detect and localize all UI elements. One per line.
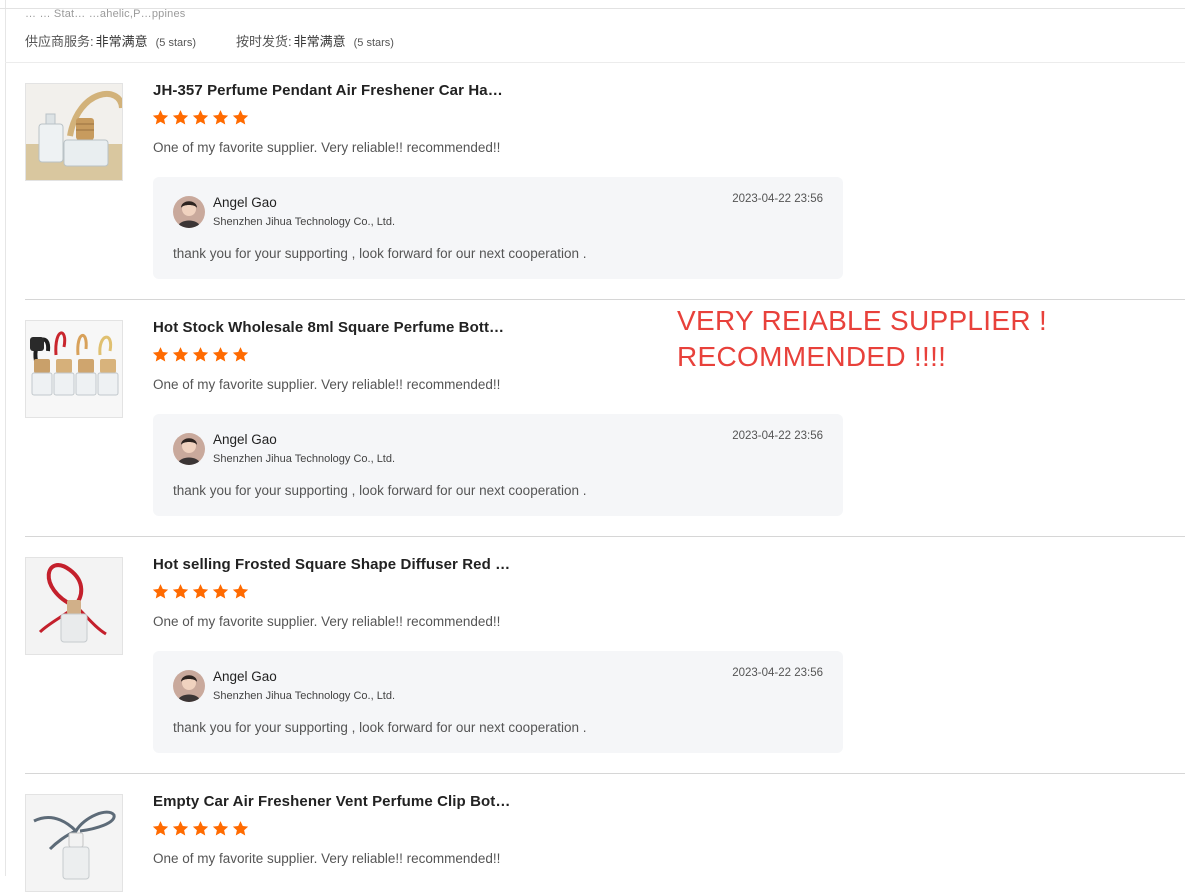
star-icon (232, 821, 249, 836)
star-icon (192, 347, 209, 362)
frosted-bottle-red-string-icon (26, 558, 122, 654)
product-thumbnail[interactable] (25, 794, 123, 892)
rating-stars-text: (5 stars) (353, 37, 394, 49)
star-icon (172, 821, 189, 836)
reply-text: thank you for your supporting , look for… (173, 720, 587, 735)
on-time-delivery-rating: 按时发货: 非常满意 (5 stars) (236, 31, 394, 50)
reply-text: thank you for your supporting , look for… (173, 246, 587, 261)
reply-timestamp: 2023-04-22 23:56 (732, 193, 823, 205)
star-icon (232, 110, 249, 125)
supplier-ratings-summary: 供应商服务: 非常满意 (5 stars) 按时发货: 非常满意 (5 star… (25, 31, 394, 50)
star-icon (232, 584, 249, 599)
user-avatar-icon (173, 196, 205, 228)
star-rating (152, 583, 249, 600)
review-item: Hot selling Frosted Square Shape Diffuse… (0, 537, 1185, 774)
product-title-link[interactable]: JH-357 Perfume Pendant Air Freshener Car… (153, 82, 503, 99)
star-icon (152, 347, 169, 362)
star-icon (212, 584, 229, 599)
rating-stars-text: (5 stars) (155, 37, 196, 49)
product-thumbnail[interactable] (25, 320, 123, 418)
review-text: One of my favorite supplier. Very reliab… (153, 140, 501, 155)
reply-company-name: Shenzhen Jihua Technology Co., Ltd. (213, 216, 396, 228)
rating-value: 非常满意 (293, 34, 346, 49)
review-item: Empty Car Air Freshener Vent Perfume Cli… (0, 774, 1185, 892)
review-text: One of my favorite supplier. Very reliab… (153, 377, 501, 392)
recommendation-annotation: VERY REIABLE SUPPLIER ! RECOMMENDED !!!! (677, 303, 1047, 375)
review-item: JH-357 Perfume Pendant Air Freshener Car… (0, 63, 1185, 300)
star-icon (172, 110, 189, 125)
avatar (173, 433, 205, 465)
perfume-bottle-wooden-cap-icon (26, 84, 122, 180)
star-icon (192, 584, 209, 599)
rating-label: 按时发货: (235, 34, 292, 49)
star-icon (212, 347, 229, 362)
avatar (173, 670, 205, 702)
reply-company-name: Shenzhen Jihua Technology Co., Ltd. (213, 453, 396, 465)
star-icon (152, 584, 169, 599)
annotation-line-2: RECOMMENDED !!!! (677, 341, 947, 372)
product-title-link[interactable]: Empty Car Air Freshener Vent Perfume Cli… (153, 793, 510, 810)
star-icon (212, 110, 229, 125)
product-thumbnail[interactable] (25, 83, 123, 181)
star-icon (212, 821, 229, 836)
avatar (173, 196, 205, 228)
supplier-reply: Angel Gao Shenzhen Jihua Technology Co.,… (153, 414, 843, 516)
annotation-line-1: VERY REIABLE SUPPLIER ! (677, 305, 1048, 336)
star-icon (192, 821, 209, 836)
product-thumbnail[interactable] (25, 557, 123, 655)
user-avatar-icon (173, 433, 205, 465)
perfume-bottles-group-icon (26, 321, 122, 417)
star-icon (152, 821, 169, 836)
reply-company-name: Shenzhen Jihua Technology Co., Ltd. (213, 690, 396, 702)
star-icon (232, 347, 249, 362)
review-text: One of my favorite supplier. Very reliab… (153, 614, 501, 629)
star-rating (152, 109, 249, 126)
star-icon (192, 110, 209, 125)
star-icon (172, 584, 189, 599)
reply-timestamp: 2023-04-22 23:56 (732, 667, 823, 679)
reply-author-name: Angel Gao (213, 195, 277, 210)
product-title-link[interactable]: Hot Stock Wholesale 8ml Square Perfume B… (153, 319, 504, 336)
reply-author-name: Angel Gao (213, 669, 277, 684)
rating-label: 供应商服务: (25, 34, 94, 49)
user-avatar-icon (173, 670, 205, 702)
vent-clip-bottle-icon (26, 795, 122, 891)
supplier-reply: Angel Gao Shenzhen Jihua Technology Co.,… (153, 651, 843, 753)
star-rating (152, 346, 249, 363)
header-faded-location: … … Stat… …ahelic,P…ppines (25, 8, 186, 20)
supplier-reply: Angel Gao Shenzhen Jihua Technology Co.,… (153, 177, 843, 279)
reply-text: thank you for your supporting , look for… (173, 483, 587, 498)
rating-value: 非常满意 (95, 34, 148, 49)
supplier-service-rating: 供应商服务: 非常满意 (5 stars) (25, 31, 196, 50)
star-icon (172, 347, 189, 362)
star-icon (152, 110, 169, 125)
reply-author-name: Angel Gao (213, 432, 277, 447)
reply-timestamp: 2023-04-22 23:56 (732, 430, 823, 442)
review-text: One of my favorite supplier. Very reliab… (153, 851, 501, 866)
product-title-link[interactable]: Hot selling Frosted Square Shape Diffuse… (153, 556, 510, 573)
star-rating (152, 820, 249, 837)
